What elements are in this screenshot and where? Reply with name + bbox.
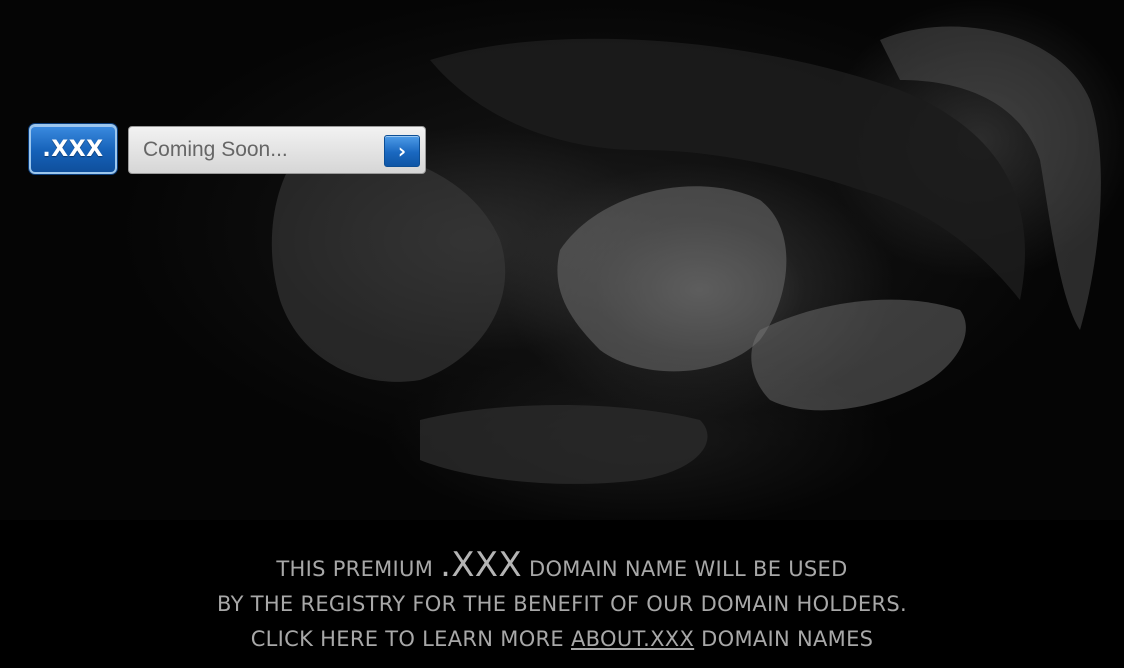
tagline-line-3-end: DOMAIN NAMES: [694, 627, 874, 651]
tagline-line-3: CLICK HERE TO LEARN MORE ABOUT.XXX DOMAI…: [0, 622, 1124, 657]
hero-photo-shapes: [271, 26, 1101, 484]
about-xxx-link[interactable]: ABOUT.XXX: [571, 627, 694, 651]
logo-text: .XXX: [42, 136, 104, 162]
landing-page: .XXX › THIS PREMIUM .XXX DOMAIN NAME WIL…: [0, 0, 1124, 668]
tagline-line-2: BY THE REGISTRY FOR THE BENEFIT OF OUR D…: [217, 592, 907, 616]
chevron-right-icon: ›: [397, 139, 407, 163]
tagline-line-1-end: DOMAIN NAME WILL BE USED: [522, 557, 848, 581]
tagline-line-1-start: THIS PREMIUM: [276, 557, 441, 581]
tagline-line-1: THIS PREMIUM .XXX DOMAIN NAME WILL BE US…: [0, 548, 1124, 587]
search-box: ›: [128, 126, 426, 174]
tagline: THIS PREMIUM .XXX DOMAIN NAME WILL BE US…: [0, 548, 1124, 657]
tagline-line-3-start: CLICK HERE TO LEARN MORE: [250, 627, 571, 651]
hero-photo: [0, 0, 1124, 520]
xxx-logo[interactable]: .XXX: [29, 124, 117, 174]
tagline-xxx-highlight: .XXX: [440, 545, 522, 585]
search-input[interactable]: [129, 127, 379, 173]
search-go-button[interactable]: ›: [384, 135, 420, 167]
